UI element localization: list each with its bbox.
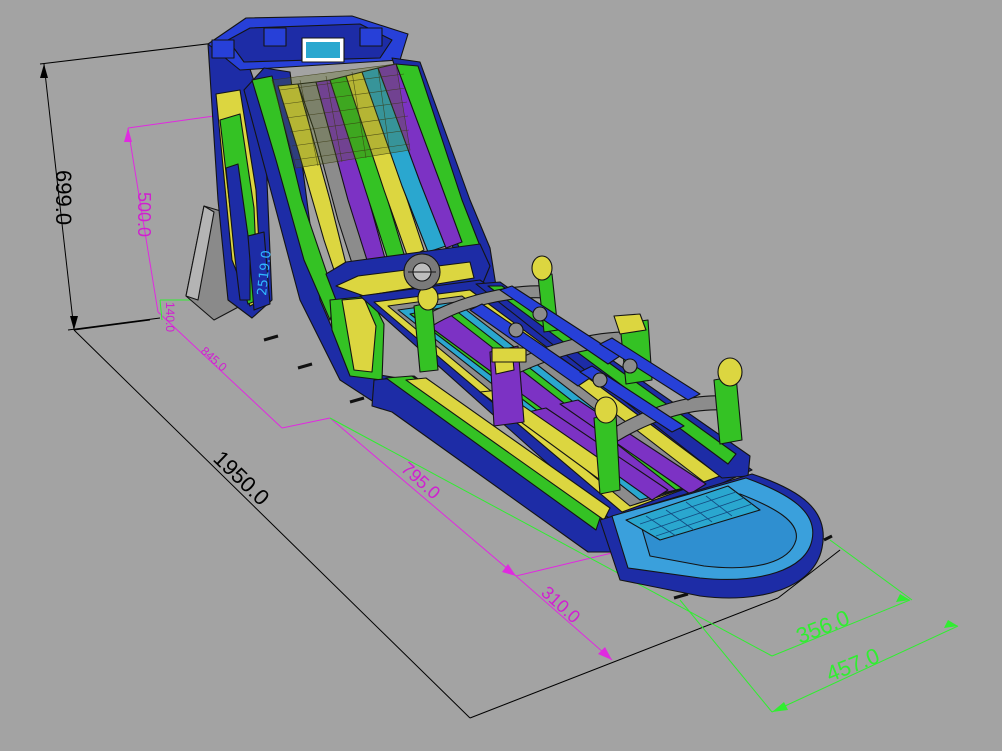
cad-viewport: 2519.0 699.0 500.0 140.0 845.0 795.0 310…: [0, 0, 1002, 751]
dim-overall-height: 699.0: [51, 170, 76, 225]
dim-overall-width: 457.0: [823, 643, 883, 687]
dim-pool-length: 310.0: [537, 582, 584, 627]
dim-platform-height: 500.0: [134, 192, 154, 237]
tire-obstacle: [403, 253, 441, 291]
dim-pool-width: 356.0: [793, 605, 853, 649]
dim-overall-length: 1950.0: [209, 446, 275, 511]
slide-body: [243, 57, 753, 553]
dim-slide-length: 845.0: [198, 344, 230, 375]
water-slide-model: 2519.0: [185, 15, 833, 600]
top-safety-net: [271, 63, 411, 169]
drawing-canvas: 2519.0 699.0 500.0 140.0 845.0 795.0 310…: [39, 15, 959, 719]
dim-small-height: 140.0: [163, 302, 177, 332]
